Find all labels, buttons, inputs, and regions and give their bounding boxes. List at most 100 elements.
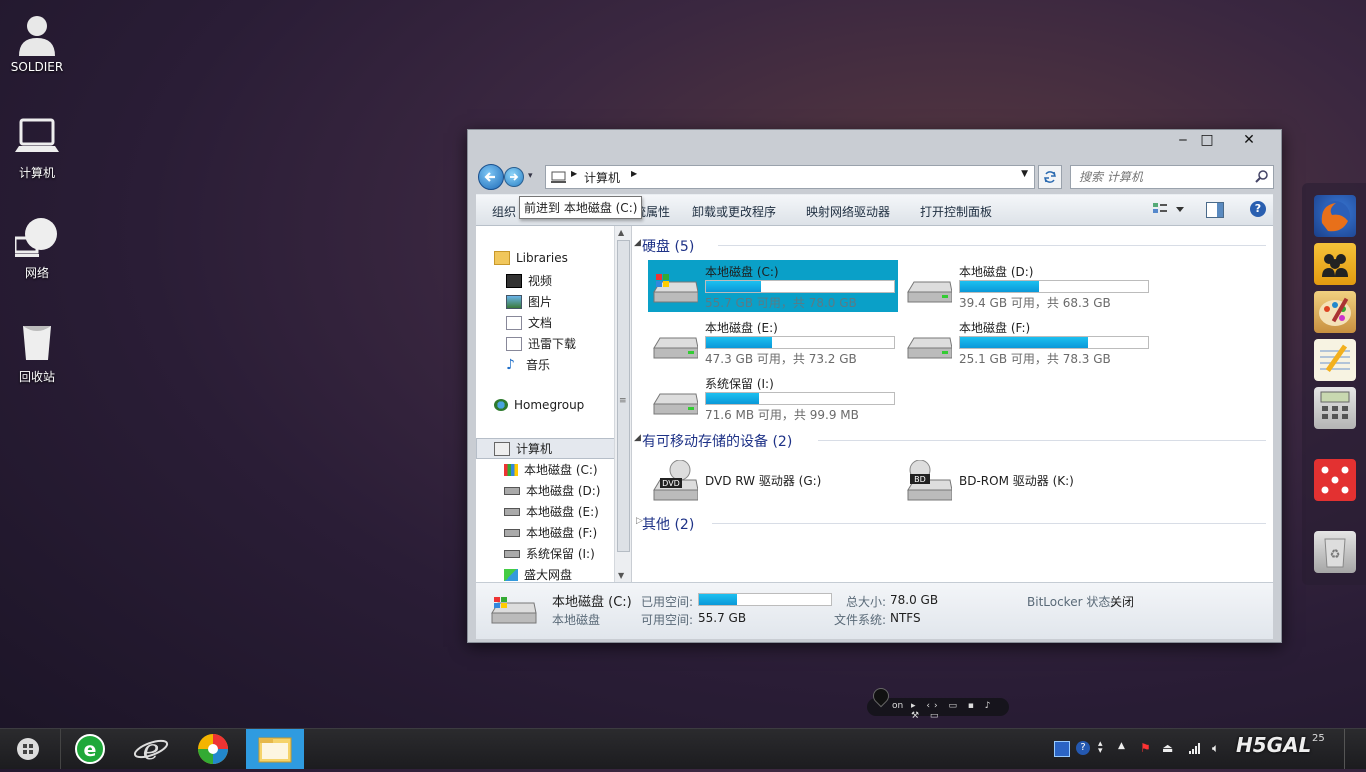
drive-usage-bar	[959, 280, 1149, 293]
open-control-panel-button[interactable]: 打开控制面板	[920, 203, 992, 220]
drive-free-space: 47.3 GB 可用，共 73.2 GB	[705, 352, 857, 366]
nav-documents[interactable]: 文档	[506, 314, 552, 331]
nav-libraries[interactable]: Libraries	[494, 251, 568, 265]
drive-free-space: 71.6 MB 可用，共 99.9 MB	[705, 408, 859, 422]
refresh-button[interactable]	[1038, 165, 1062, 189]
search-input[interactable]	[1077, 166, 1251, 188]
desktop-icon-network[interactable]: 网络	[2, 216, 72, 281]
nav-pictures[interactable]: 图片	[506, 293, 552, 310]
svg-text:e: e	[143, 733, 160, 766]
folder-icon	[258, 737, 292, 763]
taskbar-app-media-center[interactable]	[184, 729, 242, 769]
help-icon[interactable]: ?	[1250, 201, 1266, 217]
nav-drive-d[interactable]: 本地磁盘 (D:)	[504, 482, 600, 499]
drive-usage-fill	[706, 337, 772, 348]
organize-button[interactable]: 组织	[492, 203, 516, 220]
nav-drive-c[interactable]: 本地磁盘 (C:)	[504, 461, 598, 478]
map-network-drive-button[interactable]: 映射网络驱动器	[806, 203, 890, 220]
folder-icon	[506, 336, 522, 351]
desktop-icon-soldier[interactable]: SOLDIER	[2, 12, 72, 74]
group-hard-disks[interactable]: 硬盘 (5)	[642, 236, 694, 256]
contacts-icon[interactable]	[1314, 243, 1356, 285]
tray-help-icon[interactable]: ?	[1076, 741, 1090, 755]
computer-icon	[15, 116, 59, 160]
desktop-icon-computer[interactable]: 计算机	[2, 116, 72, 181]
back-button[interactable]	[478, 164, 504, 190]
maximize-button[interactable]: □	[1188, 130, 1226, 150]
search-box[interactable]	[1070, 165, 1274, 189]
nav-homegroup[interactable]: Homegroup	[494, 398, 584, 412]
close-button[interactable]: ✕	[1230, 130, 1268, 150]
details-pane: 本地磁盘 (C:) 本地磁盘 已用空间: 可用空间: 55.7 GB 总大小: …	[476, 582, 1273, 639]
drive-usage-bar	[705, 392, 895, 405]
drive-d[interactable]: 本地磁盘 (D:) 39.4 GB 可用，共 68.3 GB	[902, 260, 1152, 312]
bd-drive-icon: BD	[907, 460, 952, 501]
tray-action-center-icon[interactable]: ⚑	[1140, 741, 1154, 755]
nav-videos[interactable]: 视频	[506, 272, 552, 289]
address-bar[interactable]: ▶ 计算机 ▶ ▼	[545, 165, 1035, 189]
dice-game-icon[interactable]	[1314, 459, 1356, 501]
breadcrumb-arrow-icon[interactable]: ▶	[571, 169, 577, 178]
recent-pages-dropdown[interactable]: ▾	[528, 171, 533, 181]
forward-button[interactable]	[504, 167, 524, 187]
start-button[interactable]	[10, 729, 46, 769]
group-other[interactable]: 其他 (2)	[642, 514, 694, 534]
collapse-icon[interactable]: ◢	[634, 238, 641, 248]
drive-c[interactable]: 本地磁盘 (C:) 55.7 GB 可用，共 78.0 GB	[648, 260, 898, 312]
tray-show-hidden-icon[interactable]: ▲	[1118, 741, 1132, 755]
group-divider	[718, 245, 1266, 246]
group-removable[interactable]: 有可移动存储的设备 (2)	[642, 431, 792, 451]
nav-music[interactable]: ♪ 音乐	[506, 356, 550, 373]
nav-drive-i[interactable]: 系统保留 (I:)	[504, 545, 595, 562]
uninstall-program-button[interactable]: 卸载或更改程序	[692, 203, 776, 220]
firefox-icon[interactable]	[1314, 195, 1356, 237]
tray-usb-icon[interactable]: ⏏	[1162, 741, 1176, 755]
nav-drive-e[interactable]: 本地磁盘 (E:)	[504, 503, 599, 520]
taskbar-app-internet-explorer[interactable]: e	[122, 729, 180, 769]
collapse-icon[interactable]: ◢	[634, 433, 641, 443]
explorer-window: ‒ □ ✕ ▾ ▶ 计算机 ▶ ▼ 组织 统属性 卸载或更改程序 映射网络驱动器…	[467, 129, 1282, 643]
drive-k-bd[interactable]: BD BD-ROM 驱动器 (K:)	[902, 454, 1152, 506]
search-icon[interactable]	[1255, 170, 1269, 184]
desktop-icon-recycle-bin[interactable]: 回收站	[2, 320, 72, 385]
tray-app-p-icon[interactable]	[1054, 741, 1070, 757]
calculator-icon[interactable]	[1314, 387, 1356, 429]
drive-g-dvd[interactable]: DVD DVD RW 驱动器 (G:)	[648, 454, 898, 506]
hard-drive-icon	[653, 393, 698, 415]
mini-toolbar-controls-icon[interactable]: ▸ ‹› ▭ ▪ ♪ ⚒ ▭	[911, 701, 1009, 721]
breadcrumb-arrow-icon[interactable]: ▶	[631, 169, 637, 178]
computer-icon	[494, 441, 510, 456]
show-desktop-button[interactable]	[1344, 729, 1366, 769]
trash-icon[interactable]: ♻	[1314, 531, 1356, 573]
scroll-down-icon[interactable]: ▼	[618, 571, 624, 580]
breadcrumb-computer[interactable]: 计算机	[584, 169, 620, 186]
nav-computer[interactable]: 计算机	[494, 440, 552, 457]
nav-drive-f[interactable]: 本地磁盘 (F:)	[504, 524, 597, 541]
side-dock: ♻	[1302, 183, 1366, 585]
nav-downloads[interactable]: 迅雷下载	[506, 335, 576, 352]
drive-e[interactable]: 本地磁盘 (E:) 47.3 GB 可用，共 73.2 GB	[648, 316, 898, 368]
homegroup-icon	[494, 399, 508, 411]
scroll-up-icon[interactable]: ▲	[618, 228, 624, 237]
paint-palette-icon[interactable]	[1314, 291, 1356, 333]
grip-icon: ≡	[619, 396, 627, 406]
tray-arrows-icon[interactable]: ▴ ▾	[1098, 740, 1112, 756]
address-dropdown-icon[interactable]: ▼	[1021, 169, 1028, 179]
tray-network-signal-icon[interactable]	[1188, 741, 1202, 755]
change-view-button[interactable]	[1152, 202, 1186, 219]
drive-f[interactable]: 本地磁盘 (F:) 25.1 GB 可用，共 78.3 GB	[902, 316, 1152, 368]
floating-mini-toolbar[interactable]: on ▸ ‹› ▭ ▪ ♪ ⚒ ▭	[867, 684, 1009, 721]
forward-arrow-icon	[510, 173, 519, 181]
hard-drive-icon	[504, 507, 520, 516]
notepad-icon[interactable]	[1314, 339, 1356, 381]
navigation-scrollbar[interactable]: ▲ ≡ ▼	[614, 226, 631, 582]
preview-pane-button[interactable]	[1206, 202, 1224, 218]
location-pin-icon[interactable]	[869, 684, 893, 708]
drive-i[interactable]: 系统保留 (I:) 71.6 MB 可用，共 99.9 MB	[648, 372, 898, 424]
taskbar-app-browser-green[interactable]: e	[60, 729, 119, 769]
details-bitlocker-label: BitLocker 状态:	[1027, 595, 1115, 609]
nav-netdisk[interactable]: 盛大网盘	[504, 566, 572, 583]
taskbar-app-explorer-active[interactable]	[246, 729, 304, 769]
back-arrow-icon	[484, 172, 495, 182]
tray-volume-icon[interactable]: 🔈︎	[1212, 741, 1226, 755]
